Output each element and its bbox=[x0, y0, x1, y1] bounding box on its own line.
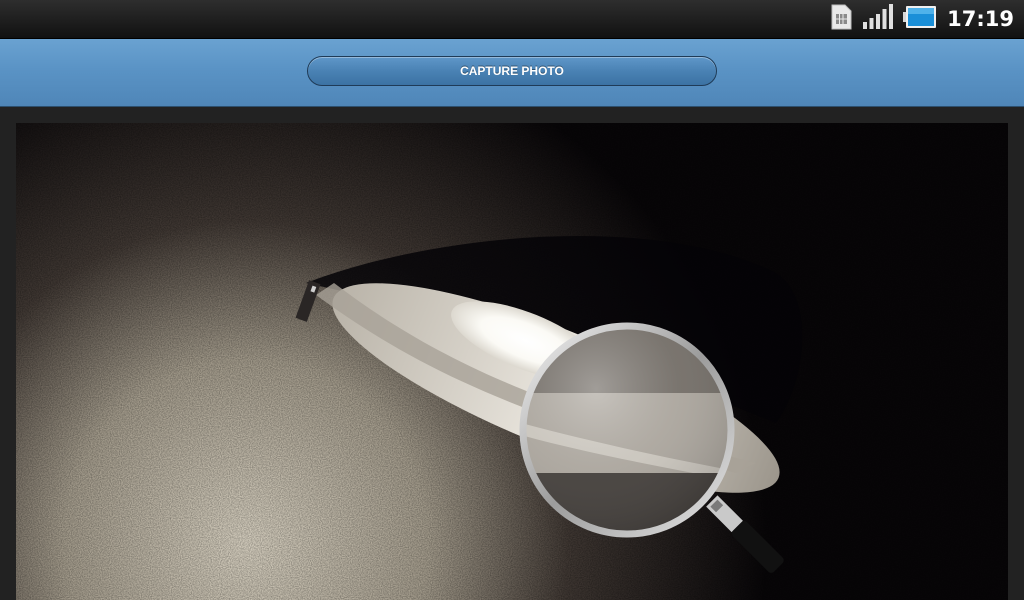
capture-photo-button[interactable]: CAPTURE PHOTO bbox=[307, 56, 717, 86]
battery-icon bbox=[903, 4, 937, 34]
status-icons: 17:19 bbox=[829, 0, 1014, 38]
photo-panel bbox=[0, 107, 1024, 600]
sim-card-icon bbox=[829, 4, 853, 34]
status-bar: 17:19 bbox=[0, 0, 1024, 39]
header-bar: CAPTURE PHOTO bbox=[0, 39, 1024, 107]
status-time: 17:19 bbox=[947, 7, 1014, 31]
photo-frame bbox=[16, 123, 1008, 600]
signal-icon bbox=[863, 4, 894, 34]
photo-image bbox=[16, 123, 1008, 600]
